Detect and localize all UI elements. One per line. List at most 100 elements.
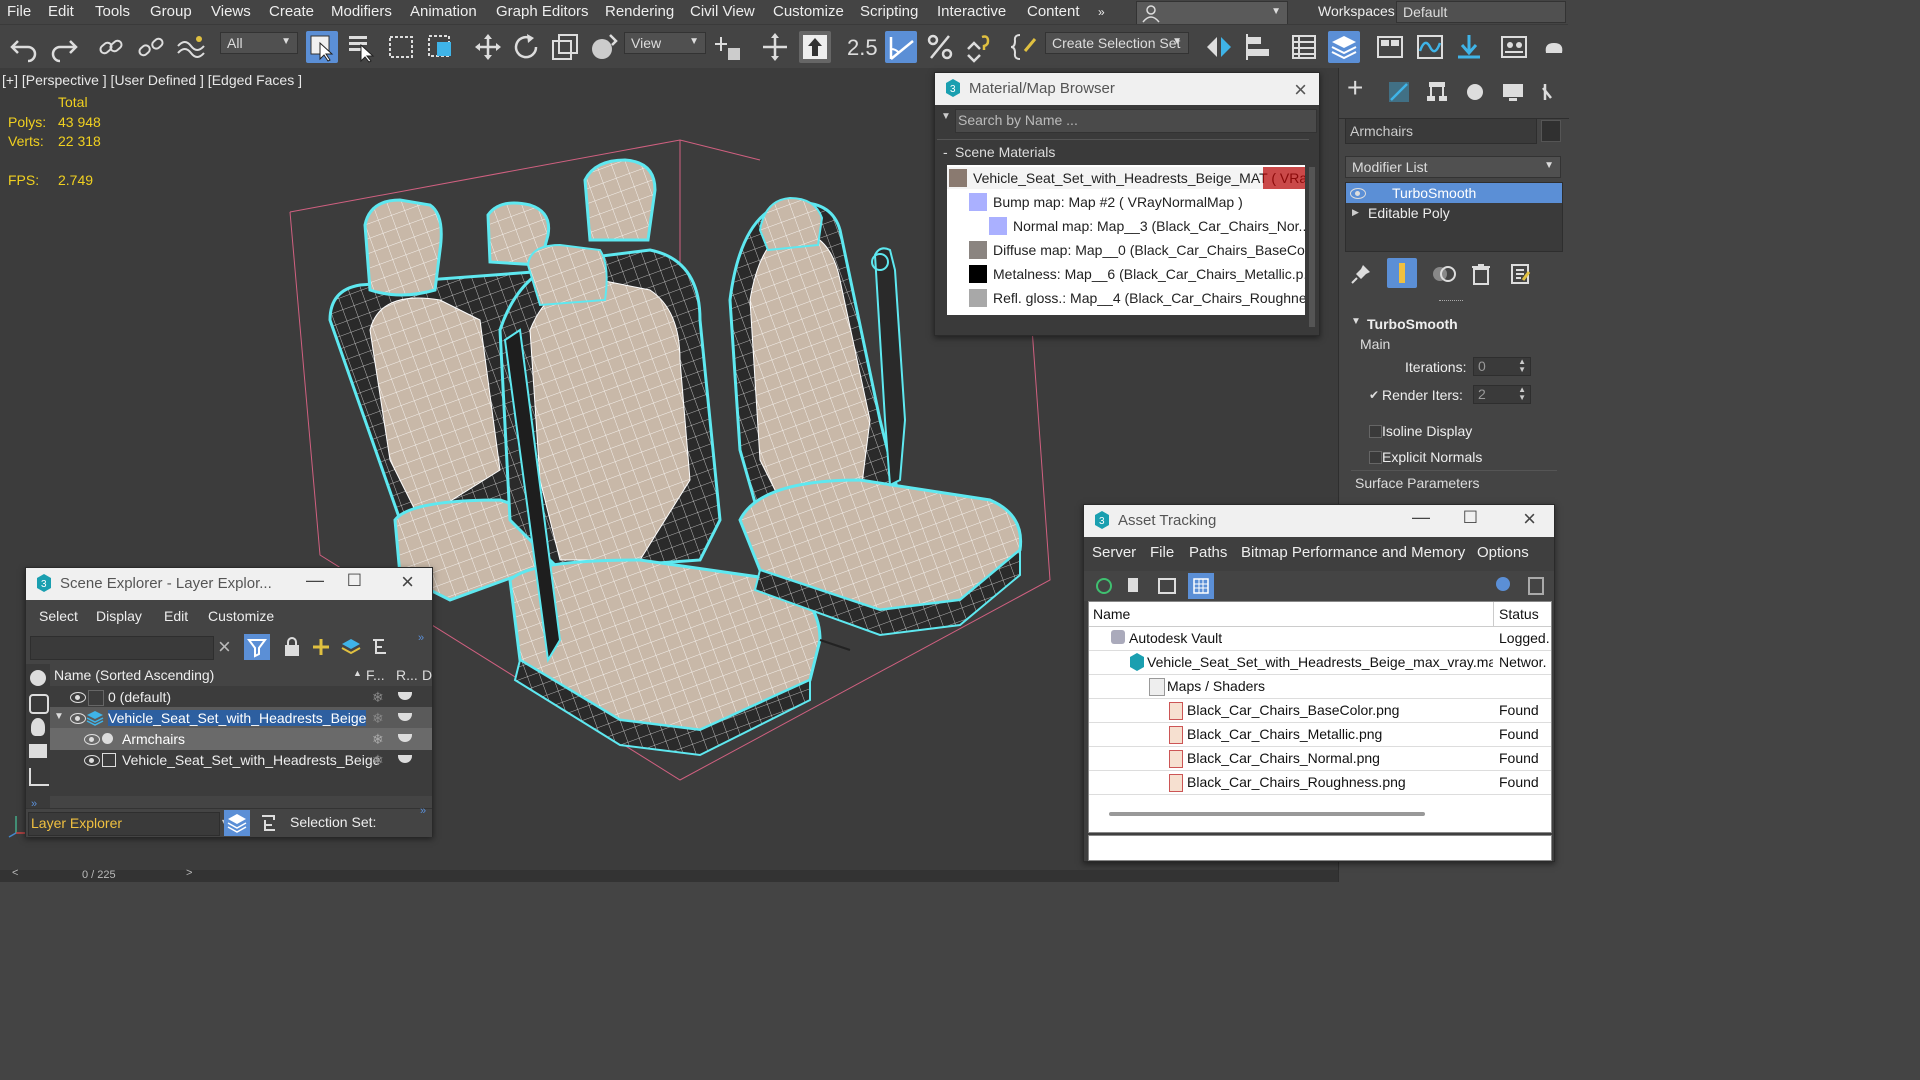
menu-scripting[interactable]: Scripting <box>860 3 918 20</box>
tree-row[interactable]: Vehicle_Seat_Set_with_Headrests_Beige ❄ <box>50 749 432 771</box>
toggle-layer-explorer-button[interactable] <box>1328 31 1360 63</box>
lock-icon[interactable] <box>282 636 302 658</box>
percent-snap-button[interactable] <box>924 31 956 63</box>
unlink-button[interactable] <box>135 31 167 63</box>
maximize-icon[interactable]: ☐ <box>347 571 362 591</box>
spinner-snap-button[interactable] <box>962 31 994 63</box>
display-helpers-icon[interactable] <box>29 768 49 786</box>
table-view-icon[interactable] <box>1158 578 1176 594</box>
link-button[interactable] <box>95 31 127 63</box>
undo-button[interactable] <box>8 31 40 63</box>
layer-explorer-toggle[interactable] <box>224 810 250 836</box>
material-browser-titlebar[interactable]: 3 Material/Map Browser × <box>935 73 1319 105</box>
render-setup-button[interactable] <box>1538 31 1568 63</box>
display-lights-icon[interactable] <box>31 718 45 736</box>
rectangular-selection-button[interactable] <box>385 31 417 63</box>
freeze-snowflake-icon[interactable]: ❄ <box>372 689 384 706</box>
select-by-name-button[interactable] <box>345 31 377 63</box>
configure-modifier-sets-icon[interactable] <box>1509 262 1533 286</box>
menu-group[interactable]: Group <box>150 3 192 20</box>
close-icon[interactable]: × <box>1523 506 1536 532</box>
material-tree-item[interactable]: Diffuse map: Map__0 (Black_Car_Chairs_Ba… <box>947 239 1305 261</box>
asset-menu-options[interactable]: Options <box>1477 544 1529 561</box>
help-icon[interactable] <box>1496 577 1510 591</box>
pin-stack-icon[interactable] <box>1349 262 1373 286</box>
asset-menu-server[interactable]: Server <box>1092 544 1136 561</box>
eye-icon[interactable] <box>84 755 100 766</box>
snaps-toggle-button[interactable]: 2.5 <box>845 31 878 63</box>
asset-hscroll-thumb[interactable] <box>1109 812 1425 816</box>
clear-search-icon[interactable]: × <box>218 634 231 660</box>
freeze-snowflake-icon[interactable]: ❄ <box>372 710 384 727</box>
modifier-stack-item[interactable]: ▶ Editable Poly <box>1346 203 1562 223</box>
align-button[interactable] <box>1243 31 1275 63</box>
minimize-icon[interactable]: — <box>306 570 324 591</box>
column-render-header[interactable]: R... <box>396 667 418 683</box>
chevron-right-icon[interactable]: ▶ <box>1352 207 1359 218</box>
time-slider-next-icon[interactable]: > <box>186 867 192 879</box>
object-color-swatch[interactable] <box>1541 120 1561 142</box>
named-selection-set-dropdown[interactable]: Create Selection Set ▼ <box>1045 32 1189 54</box>
window-crossing-button[interactable] <box>425 31 457 63</box>
asset-path-field[interactable] <box>1088 835 1552 861</box>
asset-row[interactable]: Black_Car_Chairs_BaseColor.png Found <box>1089 698 1551 723</box>
redo-button[interactable] <box>48 31 80 63</box>
column-divider[interactable] <box>1493 602 1494 626</box>
bind-space-warp-button[interactable] <box>175 31 207 63</box>
edit-named-selection-button[interactable] <box>1008 31 1040 63</box>
scene-materials-group[interactable]: - Scene Materials <box>937 139 1309 162</box>
display-geometry-icon[interactable] <box>30 670 46 686</box>
material-tree-item[interactable]: Metalness: Map__6 (Black_Car_Chairs_Meta… <box>947 263 1305 285</box>
reference-coordinate-dropdown[interactable]: View ▼ <box>624 32 706 54</box>
angle-snap-button[interactable] <box>885 31 917 63</box>
toggle-ribbon-button[interactable] <box>1374 31 1406 63</box>
menu-rendering[interactable]: Rendering <box>605 3 674 20</box>
asset-tracking-titlebar[interactable]: 3 Asset Tracking — ☐ × <box>1084 505 1554 537</box>
menu-create[interactable]: Create <box>269 3 314 20</box>
pivot-center-button[interactable] <box>713 31 745 63</box>
vault-settings-icon[interactable] <box>1528 577 1544 595</box>
layer-stack-icon[interactable] <box>340 636 362 658</box>
select-and-scale-button[interactable] <box>549 31 581 63</box>
render-iters-checkbox[interactable]: ✔ <box>1369 388 1379 402</box>
motion-tab-icon[interactable] <box>1463 80 1487 104</box>
display-shapes-icon[interactable] <box>29 694 49 714</box>
show-end-result-button[interactable] <box>1387 258 1417 288</box>
minimize-icon[interactable]: — <box>1412 507 1430 528</box>
material-tree-item[interactable]: Bump map: Map #2 ( VRayNormalMap ) <box>947 191 1305 213</box>
hierarchy-icon[interactable] <box>258 812 280 834</box>
grid-view-button[interactable] <box>1188 573 1214 599</box>
column-frozen-header[interactable]: F... <box>366 667 385 683</box>
eye-icon[interactable] <box>70 692 86 703</box>
schematic-view-button[interactable] <box>1453 31 1485 63</box>
eye-icon[interactable] <box>70 713 86 724</box>
material-tree-item[interactable]: Normal map: Map__3 (Black_Car_Chairs_Nor… <box>947 215 1305 237</box>
explorer-menu-select[interactable]: Select <box>39 608 78 624</box>
asset-menu-file[interactable]: File <box>1150 544 1174 561</box>
tree-row[interactable]: Armchairs ❄ <box>50 728 432 750</box>
object-name-field[interactable]: Armchairs <box>1345 118 1537 144</box>
filter-toggle-button[interactable] <box>244 634 270 660</box>
expand-footer-icon[interactable]: » <box>420 805 426 817</box>
freeze-snowflake-icon[interactable]: ❄ <box>372 731 384 748</box>
freeze-snowflake-icon[interactable]: ❄ <box>372 752 384 769</box>
close-icon[interactable]: × <box>1294 77 1307 103</box>
user-account-dropdown[interactable]: ▼ <box>1136 1 1288 25</box>
hierarchy-tab-icon[interactable] <box>1425 80 1449 104</box>
explorer-menu-customize[interactable]: Customize <box>208 608 274 624</box>
modifier-list-dropdown[interactable]: Modifier List ▼ <box>1345 156 1561 178</box>
render-teapot-icon[interactable] <box>398 692 412 700</box>
modify-tab-icon[interactable] <box>1387 80 1411 104</box>
trash-icon[interactable] <box>1469 262 1493 286</box>
spinner-arrows-icon[interactable]: ▲ ▼ <box>1518 386 1526 402</box>
add-layer-icon[interactable] <box>310 636 332 658</box>
modifier-stack-item[interactable]: TurboSmooth <box>1346 183 1562 203</box>
render-teapot-icon[interactable] <box>398 713 412 721</box>
list-view-icon[interactable] <box>1128 578 1138 592</box>
asset-row[interactable]: Vehicle_Seat_Set_with_Headrests_Beige_ma… <box>1089 650 1551 675</box>
select-object-button[interactable] <box>306 31 338 63</box>
curve-editor-button[interactable] <box>1414 31 1446 63</box>
menu-edit[interactable]: Edit <box>48 3 74 20</box>
workspaces-dropdown[interactable]: Default <box>1396 1 1566 23</box>
scene-explorer-titlebar[interactable]: 3 Scene Explorer - Layer Explor... — ☐ × <box>26 568 432 600</box>
